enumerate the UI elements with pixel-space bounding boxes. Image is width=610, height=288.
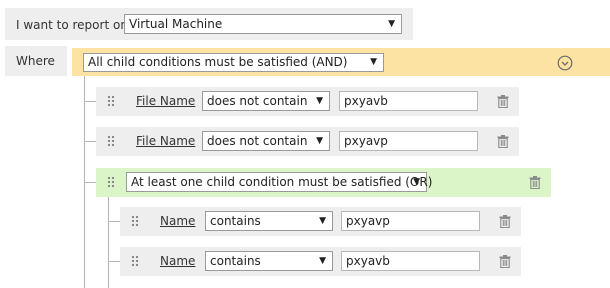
condition-field-link[interactable]: Name	[160, 254, 195, 268]
trash-icon[interactable]	[499, 255, 511, 269]
tree-line-branch-2	[84, 141, 96, 142]
condition-value-input[interactable]: pxyavp	[341, 211, 480, 231]
group-operator-select[interactable]: At least one child condition must be sat…	[126, 172, 432, 192]
condition-field-link[interactable]: File Name	[136, 134, 195, 148]
chevron-down-icon: ▼	[413, 177, 420, 187]
drag-handle-icon[interactable]	[107, 135, 115, 147]
condition-value-input[interactable]: pxyavb	[339, 91, 478, 111]
chevron-down-icon: ▼	[319, 216, 326, 226]
root-operator-value: All child conditions must be satisfied (…	[88, 55, 348, 69]
group-operator-value: At least one child condition must be sat…	[131, 175, 433, 189]
condition-value-input[interactable]: pxyavp	[339, 131, 478, 151]
root-operator-select[interactable]: All child conditions must be satisfied (…	[83, 53, 384, 72]
condition-field-link[interactable]: Name	[160, 214, 195, 228]
condition-operator-select[interactable]: contains ▼	[205, 251, 333, 271]
drag-handle-icon[interactable]	[131, 255, 139, 267]
condition-operator-value: does not contain	[207, 94, 308, 108]
trash-icon[interactable]	[529, 176, 541, 190]
chevron-down-icon: ▼	[388, 19, 395, 29]
drag-handle-icon[interactable]	[107, 95, 115, 107]
tree-line-branch-3	[84, 182, 96, 183]
condition-operator-value: does not contain	[207, 134, 308, 148]
chevron-down-icon: ▼	[319, 256, 326, 266]
drag-handle-icon[interactable]	[107, 176, 115, 188]
report-on-value: Virtual Machine	[129, 17, 223, 31]
tree-line-branch-1	[84, 101, 96, 102]
chevron-down-circle-icon[interactable]	[557, 55, 573, 71]
tree-line-branch-4	[108, 221, 120, 222]
tree-line-branch-5	[108, 261, 120, 262]
tree-line-group	[108, 196, 109, 288]
chevron-down-icon: ▼	[316, 136, 323, 146]
chevron-down-icon: ▼	[370, 57, 377, 67]
report-on-label: I want to report on	[16, 18, 128, 32]
chevron-down-icon: ▼	[316, 96, 323, 106]
trash-icon[interactable]	[497, 135, 509, 149]
condition-value-input[interactable]: pxyavb	[341, 251, 480, 271]
trash-icon[interactable]	[497, 95, 509, 109]
report-on-select[interactable]: Virtual Machine ▼	[124, 14, 402, 34]
condition-operator-select[interactable]: does not contain ▼	[202, 131, 330, 151]
where-label: Where	[16, 54, 55, 68]
condition-operator-value: contains	[210, 254, 261, 268]
drag-handle-icon[interactable]	[131, 215, 139, 227]
condition-operator-select[interactable]: contains ▼	[205, 211, 333, 231]
condition-operator-select[interactable]: does not contain ▼	[202, 91, 330, 111]
condition-field-link[interactable]: File Name	[136, 94, 195, 108]
trash-icon[interactable]	[499, 215, 511, 229]
condition-operator-value: contains	[210, 214, 261, 228]
